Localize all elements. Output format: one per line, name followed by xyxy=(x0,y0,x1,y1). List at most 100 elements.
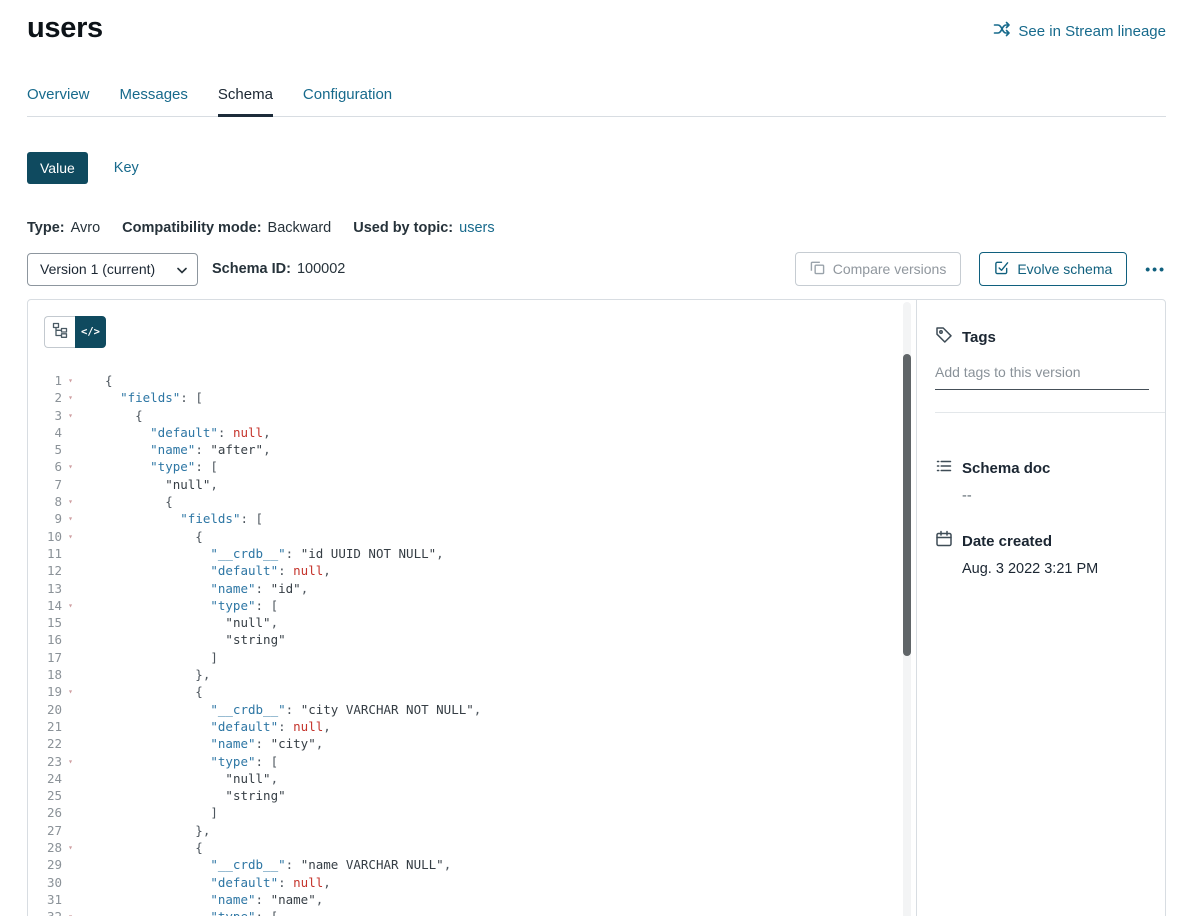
value-tab-button[interactable]: Value xyxy=(27,152,88,184)
fold-spacer xyxy=(62,476,79,493)
line-number: 5 xyxy=(28,441,62,458)
tab-configuration[interactable]: Configuration xyxy=(303,86,392,103)
code-line: 24 "null", xyxy=(28,770,900,787)
version-select[interactable]: Version 1 (current) xyxy=(27,253,198,286)
code-line: 16 "string" xyxy=(28,631,900,648)
stream-lineage-link[interactable]: See in Stream lineage xyxy=(993,20,1166,42)
fold-spacer xyxy=(62,735,79,752)
line-number: 31 xyxy=(28,891,62,908)
fold-toggle-icon[interactable]: ▾ xyxy=(62,839,79,856)
code-line: 18 }, xyxy=(28,666,900,683)
code-line: 32▾ "type": [ xyxy=(28,908,900,916)
fold-toggle-icon[interactable]: ▾ xyxy=(62,908,79,916)
code-line: 31 "name": "name", xyxy=(28,891,900,908)
used-by-topic-label: Used by topic: xyxy=(353,220,453,236)
fold-toggle-icon[interactable]: ▾ xyxy=(62,528,79,545)
fold-spacer xyxy=(62,614,79,631)
code-line: 12 "default": null, xyxy=(28,562,900,579)
line-number: 2 xyxy=(28,389,62,406)
code-text: { xyxy=(79,683,203,700)
fold-spacer xyxy=(62,874,79,891)
fold-toggle-icon[interactable]: ▾ xyxy=(62,372,79,389)
schema-id: Schema ID: 100002 xyxy=(212,261,345,277)
fold-toggle-icon[interactable]: ▾ xyxy=(62,407,79,424)
line-number: 4 xyxy=(28,424,62,441)
code-line: 3▾ { xyxy=(28,407,900,424)
line-number: 27 xyxy=(28,822,62,839)
tab-overview[interactable]: Overview xyxy=(27,86,90,103)
code-text: { xyxy=(79,528,203,545)
code-line: 23▾ "type": [ xyxy=(28,753,900,770)
fold-toggle-icon[interactable]: ▾ xyxy=(62,493,79,510)
sidebar-divider xyxy=(935,412,1165,413)
compatibility-value: Backward xyxy=(268,220,332,236)
line-number: 1 xyxy=(28,372,62,389)
line-number: 12 xyxy=(28,562,62,579)
date-created-value: Aug. 3 2022 3:21 PM xyxy=(962,561,1149,577)
meta-compatibility: Compatibility mode: Backward xyxy=(122,220,331,236)
code-area[interactable]: 1▾{2▾ "fields": [3▾ {4 "default": null,5… xyxy=(28,372,900,916)
code-text: "__crdb__": "id UUID NOT NULL", xyxy=(79,545,444,562)
schema-actions: Compare versions Evolve schema ••• xyxy=(795,252,1166,286)
code-text: "name": "city", xyxy=(79,735,323,752)
type-value: Avro xyxy=(71,220,101,236)
line-number: 30 xyxy=(28,874,62,891)
key-tab-button[interactable]: Key xyxy=(114,160,139,176)
topic-link[interactable]: users xyxy=(459,220,494,236)
stream-lineage-label: See in Stream lineage xyxy=(1018,23,1166,40)
code-line: 14▾ "type": [ xyxy=(28,597,900,614)
page: users See in Stream lineage Overview Mess… xyxy=(0,0,1189,916)
code-text: "default": null, xyxy=(79,874,331,891)
fold-toggle-icon[interactable]: ▾ xyxy=(62,458,79,475)
fold-toggle-icon[interactable]: ▾ xyxy=(62,753,79,770)
code-text: "default": null, xyxy=(79,562,331,579)
add-tags-input[interactable] xyxy=(935,364,1149,390)
fold-toggle-icon[interactable]: ▾ xyxy=(62,389,79,406)
code-text: "default": null, xyxy=(79,424,271,441)
code-line: 28▾ { xyxy=(28,839,900,856)
line-number: 26 xyxy=(28,804,62,821)
fold-spacer xyxy=(62,856,79,873)
code-line: 15 "null", xyxy=(28,614,900,631)
line-number: 20 xyxy=(28,701,62,718)
code-line: 2▾ "fields": [ xyxy=(28,389,900,406)
tree-view-button[interactable] xyxy=(44,316,75,348)
schema-id-label: Schema ID: xyxy=(212,261,291,277)
code-line: 27 }, xyxy=(28,822,900,839)
line-number: 24 xyxy=(28,770,62,787)
tab-schema[interactable]: Schema xyxy=(218,86,273,103)
code-text: "name": "id", xyxy=(79,580,308,597)
code-line: 7 "null", xyxy=(28,476,900,493)
date-created-title: Date created xyxy=(962,533,1052,550)
more-options-button[interactable]: ••• xyxy=(1145,257,1166,281)
code-line: 13 "name": "id", xyxy=(28,580,900,597)
code-text: "string" xyxy=(79,631,286,648)
code-line: 11 "__crdb__": "id UUID NOT NULL", xyxy=(28,545,900,562)
code-text: "fields": [ xyxy=(79,389,203,406)
line-number: 15 xyxy=(28,614,62,631)
code-line: 4 "default": null, xyxy=(28,424,900,441)
line-number: 29 xyxy=(28,856,62,873)
tags-section-header: Tags xyxy=(935,326,1149,348)
code-view-button[interactable]: </> xyxy=(75,316,106,348)
fold-toggle-icon[interactable]: ▾ xyxy=(62,510,79,527)
code-line: 17 ] xyxy=(28,649,900,666)
tree-view-icon xyxy=(52,322,68,343)
fold-spacer xyxy=(62,804,79,821)
line-number: 14 xyxy=(28,597,62,614)
evolve-schema-button[interactable]: Evolve schema xyxy=(979,252,1127,286)
code-line: 22 "name": "city", xyxy=(28,735,900,752)
code-text: }, xyxy=(79,666,210,683)
fold-spacer xyxy=(62,666,79,683)
schema-id-value: 100002 xyxy=(297,261,345,277)
schema-sidebar: Tags Schema doc -- xyxy=(916,300,1165,916)
fold-toggle-icon[interactable]: ▾ xyxy=(62,683,79,700)
fold-toggle-icon[interactable]: ▾ xyxy=(62,597,79,614)
code-text: { xyxy=(79,372,113,389)
editor-scrollbar-thumb[interactable] xyxy=(903,354,911,656)
tab-messages[interactable]: Messages xyxy=(120,86,188,103)
schema-meta-row: Type: Avro Compatibility mode: Backward … xyxy=(27,220,1166,236)
code-text: "type": [ xyxy=(79,753,278,770)
compare-versions-button[interactable]: Compare versions xyxy=(795,252,962,286)
code-text: { xyxy=(79,407,143,424)
